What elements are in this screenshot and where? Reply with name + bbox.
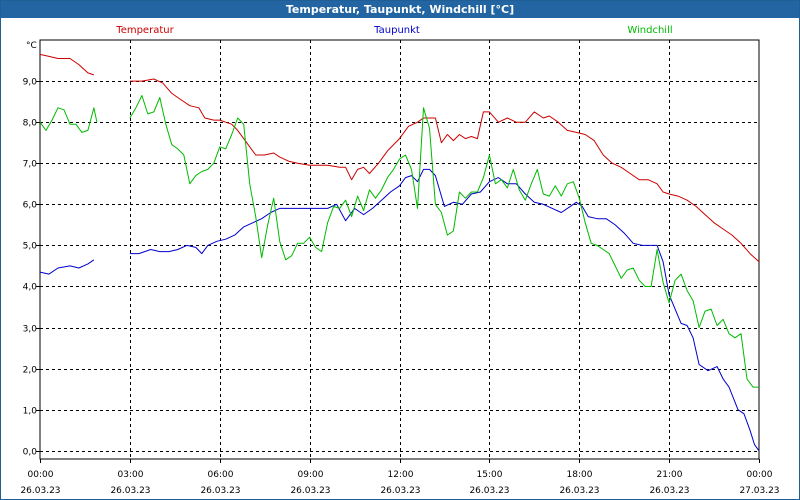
series-line-taupunkt [39,259,95,275]
x-tick-time-label: 12:00 [388,470,414,480]
x-tick-time-label: 00:00 [28,470,54,480]
y-tick-label: 0,0 [23,448,38,458]
y-tick-label: 3,0 [23,325,38,335]
grid [40,40,759,459]
legend-item-taupunkt: Taupunkt [373,25,420,36]
y-tick-label: 8,0 [23,119,38,129]
x-tick-date-label: 26.03.23 [469,486,509,496]
series-line-temperatur [39,53,95,76]
x-tick-date-label: 27.03.23 [739,486,779,496]
x-tick-time-label: 21:00 [657,470,683,480]
legend-item-windchill: Windchill [627,25,672,36]
x-tick-date-label: 26.03.23 [559,486,599,496]
y-tick-label: 5,0 [23,242,38,252]
y-tick-label: 7,0 [23,160,38,170]
x-tick-time-label: 09:00 [298,470,324,480]
series-line-taupunkt [129,168,760,452]
plot-area [39,39,760,460]
y-axis: 0,0 1,0 2,0 3,0 4,0 5,0 6,0 7,0 8,0 9,0 [23,78,40,458]
series-temperatur [39,53,760,263]
x-tick-date-label: 26.03.23 [200,486,240,496]
y-tick-label: 9,0 [23,78,38,88]
series-line-temperatur [129,78,760,263]
legend-item-temperatur: Temperatur [115,25,174,36]
x-tick-time-label: 06:00 [208,470,234,480]
series-taupunkt [39,168,760,452]
y-tick-label: 4,0 [23,283,38,293]
x-tick-time-label: 03:00 [118,470,144,480]
x-tick-time-label: 15:00 [477,470,503,480]
series-line-windchill [39,107,98,133]
y-axis-unit-label: °C [26,41,37,51]
line-chart: 0,0 1,0 2,0 3,0 4,0 5,0 6,0 7,0 8,0 9,0 00:00 26.0… [20,25,780,496]
x-tick-date-label: 26.03.23 [20,486,60,496]
y-tick-label: 6,0 [23,201,38,211]
legend: Temperatur Taupunkt Windchill [115,25,672,36]
x-tick-date-label: 26.03.23 [649,486,689,496]
x-tick-date-label: 26.03.23 [290,486,330,496]
y-tick-label: 1,0 [23,407,38,417]
x-axis: 00:00 26.03.23 03:00 26.03.23 06:00 26.03.23 0… [20,459,780,496]
series-lines [39,53,760,452]
x-tick-time-label: 18:00 [567,470,593,480]
x-tick-date-label: 26.03.23 [380,486,420,496]
y-tick-label: 2,0 [23,366,38,376]
x-tick-date-label: 26.03.23 [110,486,150,496]
x-tick-time-label: 00:00 [747,470,773,480]
